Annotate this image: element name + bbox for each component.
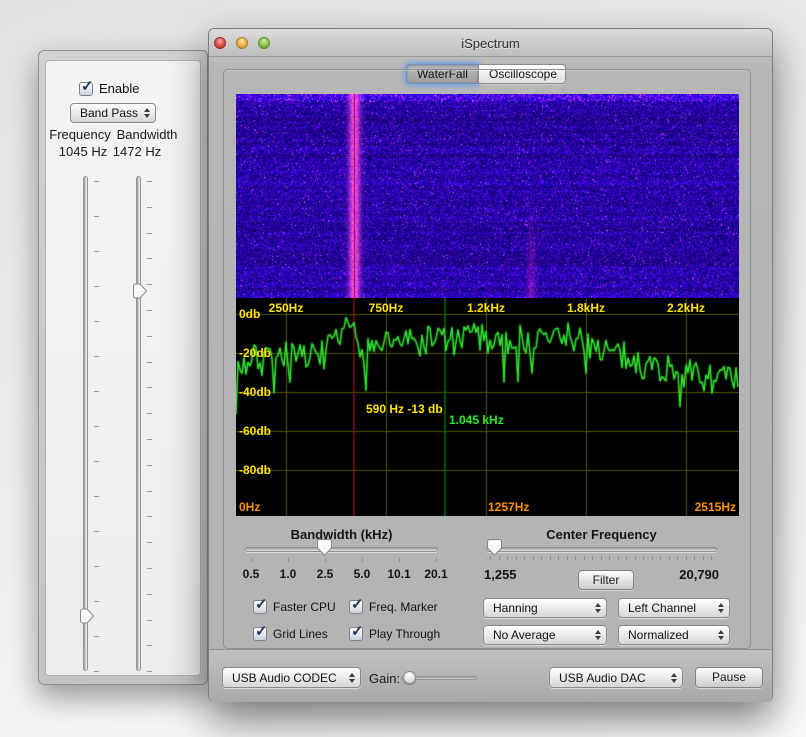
faster-cpu-label: Faster CPU [273, 600, 336, 614]
enable-checkbox-row[interactable]: ✓ Enable [79, 81, 139, 96]
channel-dropdown[interactable]: Left Channel [618, 598, 730, 618]
y-tick-60db: -60db [239, 424, 271, 438]
x-tick-1-8khz: 1.8kHz [567, 301, 605, 315]
enable-checkbox[interactable]: ✓ [79, 82, 93, 96]
stepper-arrows-icon [671, 673, 677, 683]
bandwidth-slider-thumb[interactable] [133, 283, 148, 299]
spectrum-display[interactable]: 250Hz 750Hz 1.2kHz 1.8kHz 2.2kHz 0db -20… [236, 298, 739, 516]
cursor-readout: 590 Hz -13 db [366, 402, 443, 416]
bw-tick-10.1: 10.1 [387, 567, 410, 581]
checkmark-icon: ✓ [81, 77, 94, 95]
pause-button[interactable]: Pause [695, 667, 763, 688]
frequency-slider-track[interactable] [83, 176, 88, 671]
filter-window: ✓ Enable Band Pass Frequency Bandwidth 1… [38, 50, 208, 685]
bw-tick-5.0: 5.0 [354, 567, 371, 581]
bandwidth-tick-labels: 0.5 1.0 2.5 5.0 10.1 20.1 [245, 567, 438, 581]
main-window-titlebar[interactable]: iSpectrum [209, 29, 772, 57]
filter-button[interactable]: Filter [578, 570, 634, 590]
grid-lines-label: Grid Lines [273, 627, 328, 641]
stepper-arrows-icon [144, 108, 150, 118]
y-tick-40db: -40db [239, 385, 271, 399]
x-tick-750hz: 750Hz [369, 301, 404, 315]
waterfall-canvas[interactable] [236, 94, 739, 298]
bandwidth-slider-ticks [251, 558, 437, 563]
bw-tick-2.5: 2.5 [317, 567, 334, 581]
window-function-value: Hanning [493, 601, 538, 615]
x-tick-2-2khz: 2.2kHz [667, 301, 705, 315]
y-tick-0db: 0db [239, 307, 260, 321]
y-tick-20db: -20db [239, 346, 271, 360]
checkmark-icon: ✓ [351, 622, 364, 640]
window-function-dropdown[interactable]: Hanning [483, 598, 607, 618]
bw-tick-1.0: 1.0 [280, 567, 297, 581]
window-title: iSpectrum [209, 36, 772, 51]
y-tick-80db: -80db [239, 463, 271, 477]
stepper-arrows-icon [595, 630, 601, 640]
x-bottom-0hz: 0Hz [239, 500, 260, 514]
scaling-value: Normalized [628, 628, 689, 642]
output-device-value: USB Audio DAC [559, 671, 646, 685]
checkmark-icon: ✓ [255, 595, 268, 613]
main-window: iSpectrum WaterFall Oscilloscope 250Hz 7… [208, 28, 773, 702]
x-bottom-2515hz: 2515Hz [695, 500, 736, 514]
frequency-label: Frequency [47, 127, 113, 142]
freq-marker-checkbox[interactable]: ✓ [349, 600, 363, 614]
output-device-dropdown[interactable]: USB Audio DAC [549, 667, 683, 688]
faster-cpu-checkbox[interactable]: ✓ [253, 600, 267, 614]
bandwidth-value: 1472 Hz [104, 144, 170, 159]
waterfall-display[interactable] [236, 94, 739, 298]
input-device-value: USB Audio CODEC [232, 671, 337, 685]
center-frequency-slider-thumb[interactable] [487, 539, 502, 556]
channel-value: Left Channel [628, 601, 696, 615]
gain-label: Gain: [369, 671, 400, 686]
bw-tick-0.5: 0.5 [243, 567, 260, 581]
x-tick-250hz: 250Hz [269, 301, 304, 315]
gain-slider-thumb[interactable] [403, 671, 416, 684]
filter-type-dropdown[interactable]: Band Pass [70, 103, 156, 123]
x-bottom-1257hz: 1257Hz [488, 500, 529, 514]
center-frequency-slider-ticks [490, 556, 716, 561]
grid-lines-row[interactable]: ✓ Grid Lines [253, 627, 328, 641]
freq-marker-row[interactable]: ✓ Freq. Marker [349, 600, 438, 614]
scaling-dropdown[interactable]: Normalized [618, 625, 730, 645]
frequency-slider-thumb[interactable] [80, 608, 95, 624]
stepper-arrows-icon [349, 673, 355, 683]
play-through-label: Play Through [369, 627, 440, 641]
input-device-dropdown[interactable]: USB Audio CODEC [222, 667, 361, 688]
checkmark-icon: ✓ [255, 622, 268, 640]
grid-lines-checkbox[interactable]: ✓ [253, 627, 267, 641]
bandwidth-khz-slider-thumb[interactable] [317, 539, 332, 556]
checkmark-icon: ✓ [351, 595, 364, 613]
center-frequency-slider-title: Center Frequency [486, 527, 717, 542]
stepper-arrows-icon [718, 630, 724, 640]
center-frequency-min: 1,255 [484, 567, 517, 582]
play-through-checkbox[interactable]: ✓ [349, 627, 363, 641]
bandwidth-slider-track[interactable] [136, 176, 141, 671]
faster-cpu-row[interactable]: ✓ Faster CPU [253, 600, 336, 614]
center-frequency-marker-label: 1.045 kHz [449, 413, 504, 427]
freq-marker-label: Freq. Marker [369, 600, 438, 614]
filter-window-content: ✓ Enable Band Pass Frequency Bandwidth 1… [45, 60, 201, 676]
bw-tick-20.1: 20.1 [424, 567, 447, 581]
bandwidth-kh-slider-track[interactable] [245, 547, 438, 552]
x-tick-1-2khz: 1.2kHz [467, 301, 505, 315]
averaging-value: No Average [493, 628, 556, 642]
stepper-arrows-icon [718, 603, 724, 613]
enable-label: Enable [99, 81, 139, 96]
stepper-arrows-icon [595, 603, 601, 613]
center-frequency-max: 20,790 [639, 567, 719, 582]
center-frequency-slider-track[interactable] [486, 547, 717, 552]
play-through-row[interactable]: ✓ Play Through [349, 627, 440, 641]
bandwidth-slider-title: Bandwidth (kHz) [245, 527, 438, 542]
bandwidth-label: Bandwidth [114, 127, 180, 142]
bandwidth-slider-ticks [147, 181, 153, 671]
filter-type-value: Band Pass [80, 106, 138, 120]
averaging-dropdown[interactable]: No Average [483, 625, 607, 645]
spectrum-canvas[interactable] [236, 298, 739, 516]
frequency-slider-ticks [94, 181, 100, 671]
